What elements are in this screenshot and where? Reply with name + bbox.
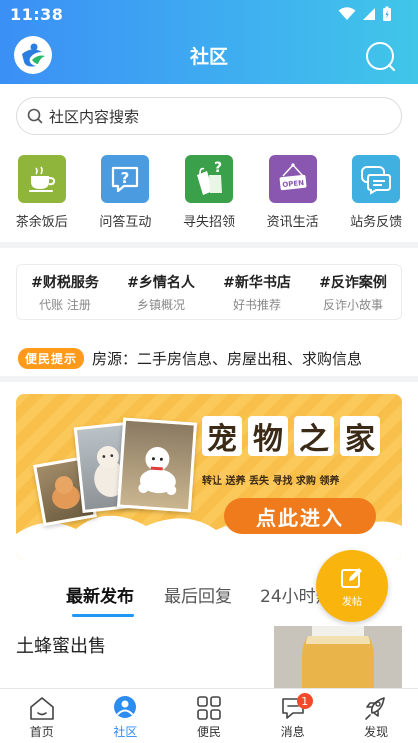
search-input[interactable]: 社区内容搜索 — [16, 97, 402, 135]
tag-sub: 乡镇概况 — [136, 297, 185, 312]
question-chat-icon: ? — [101, 155, 150, 203]
status-time: 11:38 — [10, 5, 64, 24]
category-label: 茶余饭后 — [15, 215, 68, 230]
tag-bookstore[interactable]: #新华书店 好书推荐 — [209, 265, 305, 319]
topic-tags: #财税服务 代账 注册 #乡情名人 乡镇概况 #新华书店 好书推荐 #反诈案例 … — [16, 264, 402, 320]
tag-celebrities[interactable]: #乡情名人 乡镇概况 — [113, 265, 209, 319]
tag-sub: 反诈小故事 — [322, 297, 383, 312]
notice-bar[interactable]: 便民提示 房源：二手房信息、房屋出租、求购信息 — [18, 346, 408, 370]
tag-tax-service[interactable]: #财税服务 代账 注册 — [17, 265, 113, 319]
search-icon[interactable] — [364, 40, 396, 72]
category-grid: 茶余饭后 ? 问答互动 ? 寻失招领 OPEN 资讯生活 站务反馈 — [0, 155, 418, 230]
coffee-cup-icon — [17, 155, 66, 203]
banner-title-char: 家 — [340, 416, 380, 457]
nav-label: 发现 — [364, 725, 389, 739]
category-label: 寻失招领 — [182, 215, 235, 230]
tag-anti-fraud[interactable]: #反诈案例 反诈小故事 — [305, 265, 401, 319]
nav-discover[interactable]: 发现 — [334, 689, 418, 743]
battery-icon — [383, 6, 391, 21]
nav-home[interactable]: 首页 — [0, 689, 84, 743]
category-label: 问答互动 — [99, 215, 152, 230]
category-label: 资讯生活 — [266, 215, 319, 230]
status-bar: 11:38 — [0, 0, 418, 28]
community-icon — [114, 696, 137, 718]
post-thumbnail[interactable] — [274, 626, 402, 690]
svg-text:?: ? — [121, 169, 130, 187]
active-tab-indicator — [72, 614, 134, 617]
banner-title-char: 物 — [248, 416, 288, 457]
nav-label: 首页 — [29, 725, 54, 739]
pet-photo-poodle — [116, 417, 198, 513]
search-icon — [27, 108, 43, 124]
page-title: 社区 — [189, 46, 228, 68]
app-header: 11:38 社区 — [0, 0, 418, 84]
nav-label: 消息 — [280, 725, 305, 739]
wifi-icon — [338, 7, 356, 20]
tag-sub: 好书推荐 — [232, 297, 281, 312]
category-item-lost-found[interactable]: ? 寻失招领 — [167, 155, 251, 230]
grid-icon — [197, 696, 221, 720]
banner-enter-button[interactable]: 点此进入 — [224, 498, 376, 534]
nav-messages[interactable]: 1 消息 — [251, 689, 335, 743]
rocket-icon — [365, 697, 385, 720]
category-item-chat[interactable]: 茶余饭后 — [0, 155, 84, 230]
banner-title-char: 之 — [294, 416, 334, 457]
new-post-button[interactable]: 发帖 — [316, 550, 388, 622]
search-placeholder: 社区内容搜索 — [49, 107, 140, 126]
title-bar: 社区 — [0, 28, 418, 84]
nav-label: 社区 — [113, 725, 138, 739]
banner-title: 宠 物 之 家 — [202, 416, 380, 457]
home-icon — [29, 697, 54, 720]
category-item-feedback[interactable]: 站务反馈 — [334, 155, 418, 230]
notice-text: 房源：二手房信息、房屋出租、求购信息 — [92, 349, 363, 368]
open-sign-icon: OPEN — [268, 155, 317, 203]
tag-title: #新华书店 — [223, 274, 291, 291]
tag-title: #乡情名人 — [127, 274, 195, 291]
pet-home-banner[interactable]: 宠 物 之 家 转让 送养 丢失 寻找 求购 领养 点此进入 — [16, 394, 402, 560]
shopping-bag-question-icon: ? — [184, 155, 233, 203]
tab-latest[interactable]: 最新发布 — [66, 582, 134, 607]
post-title[interactable]: 土蜂蜜出售 — [16, 632, 106, 658]
signal-icon — [363, 8, 375, 20]
message-badge: 1 — [296, 693, 313, 709]
tag-sub: 代账 注册 — [39, 297, 91, 312]
edit-icon — [341, 567, 362, 588]
banner-subtitle: 转让 送养 丢失 寻找 求购 领养 — [202, 476, 340, 487]
category-label: 站务反馈 — [350, 215, 403, 230]
category-item-news[interactable]: OPEN 资讯生活 — [251, 155, 335, 230]
fab-label: 发帖 — [342, 596, 362, 608]
status-icons — [338, 6, 392, 22]
tag-title: #财税服务 — [31, 274, 99, 291]
tab-last-reply[interactable]: 最后回复 — [164, 582, 232, 607]
nav-services[interactable]: 便民 — [167, 689, 251, 743]
chat-bubbles-icon — [352, 155, 401, 203]
category-item-qa[interactable]: ? 问答互动 — [84, 155, 168, 230]
svg-text:?: ? — [214, 161, 222, 176]
tag-title: #反诈案例 — [319, 274, 387, 291]
nav-label: 便民 — [196, 725, 221, 739]
nav-community[interactable]: 社区 — [84, 689, 168, 743]
notice-badge: 便民提示 — [18, 347, 85, 369]
banner-title-char: 宠 — [202, 416, 242, 457]
bottom-nav: 首页 社区 便民 1 消息 发现 — [0, 688, 418, 743]
